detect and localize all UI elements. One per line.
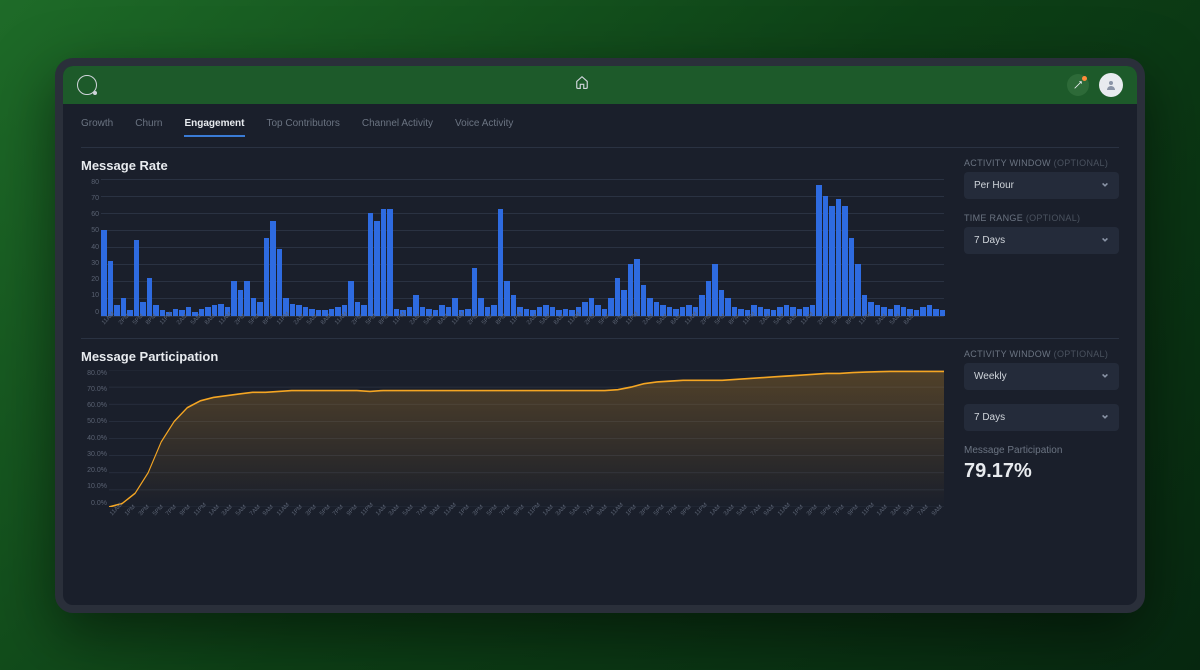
bar	[758, 307, 764, 316]
bar	[706, 281, 712, 315]
bar	[829, 206, 835, 316]
logo-icon[interactable]	[77, 75, 97, 95]
chart-title-message-rate: Message Rate	[81, 158, 944, 173]
bar-chart: 80706050403020100 11AM2PM5PM8PM11PM2AM5A…	[81, 179, 944, 334]
topbar	[63, 66, 1137, 104]
bar	[264, 238, 270, 315]
bar	[205, 307, 211, 316]
bar	[595, 305, 601, 315]
chevron-down-icon	[1101, 413, 1109, 421]
label-activity-window-1: ACTIVITY WINDOW (OPTIONAL)	[964, 158, 1119, 168]
bar	[407, 307, 413, 316]
app-frame: Growth Churn Engagement Top Contributors Cha…	[55, 58, 1145, 613]
bar	[699, 295, 705, 316]
bar	[387, 209, 393, 315]
bar	[608, 298, 614, 315]
bar	[719, 290, 725, 316]
bar	[478, 298, 484, 315]
bar	[134, 240, 140, 315]
bar	[842, 206, 848, 316]
select-time-range-1[interactable]: 7 Days	[964, 227, 1119, 254]
tab-growth[interactable]: Growth	[81, 118, 113, 137]
chart-title-message-participation: Message Participation	[81, 349, 944, 364]
select-activity-window-2[interactable]: Weekly	[964, 363, 1119, 390]
avatar-button[interactable]	[1099, 73, 1123, 97]
bar	[797, 309, 803, 316]
bar	[524, 309, 530, 316]
bar	[537, 307, 543, 316]
bar	[849, 238, 855, 315]
bar	[491, 305, 497, 315]
bar	[368, 213, 374, 316]
bar	[504, 281, 510, 315]
bar	[784, 305, 790, 315]
bar	[452, 298, 458, 315]
panel-message-rate: Message Rate 80706050403020100 11AM2PM5P…	[81, 147, 1119, 334]
bar	[712, 264, 718, 315]
chevron-down-icon	[1101, 181, 1109, 189]
tabs: Growth Churn Engagement Top Contributors Cha…	[81, 104, 1119, 147]
bar	[218, 304, 224, 316]
bar	[816, 185, 822, 315]
bar	[888, 309, 894, 316]
bar	[498, 209, 504, 315]
line-chart: 80.0%70.0%60.0%50.0%40.0%30.0%20.0%10.0%…	[81, 370, 944, 525]
bar	[270, 221, 276, 315]
bar	[472, 268, 478, 316]
bar	[621, 290, 627, 316]
magic-wand-button[interactable]	[1067, 74, 1089, 96]
bar	[628, 264, 634, 315]
bar	[550, 307, 556, 316]
bar	[335, 307, 341, 316]
bar	[244, 281, 250, 315]
bar	[920, 307, 926, 316]
bar	[836, 199, 842, 315]
bar	[511, 295, 517, 316]
bar	[875, 305, 881, 315]
label-activity-window-2: ACTIVITY WINDOW (OPTIONAL)	[964, 349, 1119, 359]
chevron-down-icon	[1101, 372, 1109, 380]
bar	[634, 259, 640, 316]
bar	[374, 221, 380, 315]
panel-message-participation: Message Participation 80.0%70.0%60.0%50.…	[81, 338, 1119, 525]
home-icon[interactable]	[575, 75, 589, 94]
content-area: Growth Churn Engagement Top Contributors Cha…	[63, 104, 1137, 605]
stat-value: 79.17%	[964, 460, 1119, 483]
bar	[641, 285, 647, 316]
bar	[238, 290, 244, 316]
bar	[277, 249, 283, 316]
select-activity-window-1[interactable]: Per Hour	[964, 172, 1119, 199]
bar	[725, 298, 731, 315]
bar	[654, 302, 660, 316]
bar	[855, 264, 861, 315]
bar	[901, 307, 907, 316]
tab-engagement[interactable]: Engagement	[184, 118, 244, 137]
bar	[108, 261, 114, 316]
stat-label: Message Participation	[964, 445, 1119, 456]
bar	[420, 307, 426, 316]
bar	[381, 209, 387, 315]
bar	[823, 196, 829, 316]
chevron-down-icon	[1101, 236, 1109, 244]
bar	[361, 305, 367, 315]
bar	[667, 307, 673, 316]
select-time-range-2[interactable]: 7 Days	[964, 404, 1119, 431]
bar	[231, 281, 237, 315]
bar	[927, 305, 933, 315]
bar	[147, 278, 153, 316]
tab-voice-activity[interactable]: Voice Activity	[455, 118, 513, 137]
bar	[933, 309, 939, 316]
bar	[348, 281, 354, 315]
bar	[101, 230, 107, 316]
label-time-range-1: TIME RANGE (OPTIONAL)	[964, 213, 1119, 223]
bar	[582, 302, 588, 316]
tab-churn[interactable]: Churn	[135, 118, 162, 137]
tab-channel-activity[interactable]: Channel Activity	[362, 118, 433, 137]
tab-top-contributors[interactable]: Top Contributors	[267, 118, 340, 137]
bar	[290, 304, 296, 316]
bar	[615, 278, 621, 316]
